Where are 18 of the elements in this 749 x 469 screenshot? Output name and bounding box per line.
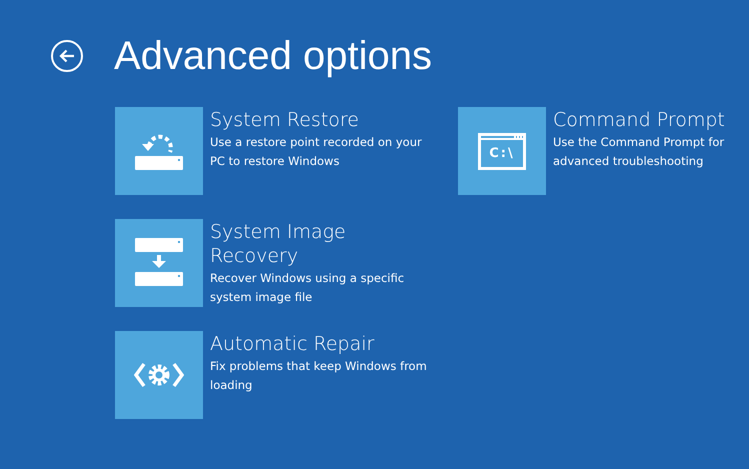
gear-brackets-icon: [134, 360, 184, 390]
restore-drive-icon: [135, 132, 183, 170]
option-description: Use the Command Prompt for advanced troubleshooting: [553, 134, 726, 170]
option-title[interactable]: Automatic Repair: [210, 332, 435, 356]
option-tile[interactable]: [115, 331, 203, 419]
option-title[interactable]: System Image Recovery: [210, 220, 435, 268]
option-description: Recover Windows using a specific system image file: [210, 270, 406, 306]
option-tile[interactable]: [115, 107, 203, 195]
page-title: Advanced options: [114, 33, 432, 80]
option-tile[interactable]: [115, 219, 203, 307]
option-description: Fix problems that keep Windows from loading: [210, 358, 428, 394]
option-description: Use a restore point recorded on your PC to restore Windows: [210, 134, 423, 170]
option-title[interactable]: Command Prompt: [553, 108, 749, 132]
drive-transfer-icon: [135, 238, 183, 288]
back-arrow-icon: [59, 49, 75, 63]
prompt-text: C:\: [489, 146, 515, 160]
option-title[interactable]: System Restore: [210, 108, 435, 132]
back-button[interactable]: [51, 40, 83, 72]
